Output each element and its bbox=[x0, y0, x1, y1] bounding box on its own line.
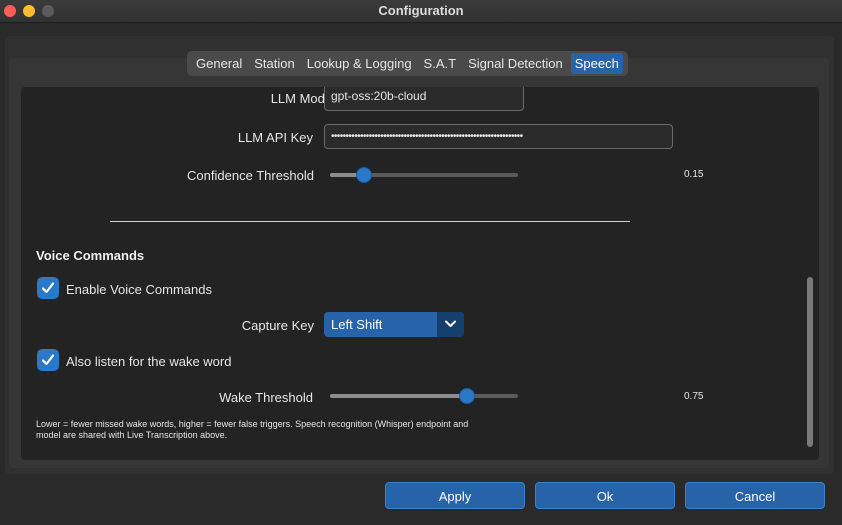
llm-api-key-field[interactable]: ••••••••••••••••••••••••••••••••••••••••… bbox=[324, 124, 673, 149]
cancel-button[interactable]: Cancel bbox=[685, 482, 825, 509]
checkmark-icon bbox=[41, 282, 55, 294]
chevron-down-icon bbox=[445, 320, 456, 327]
voice-commands-heading: Voice Commands bbox=[36, 248, 145, 263]
slider-knob[interactable] bbox=[355, 167, 372, 183]
enable-voice-commands-checkbox[interactable] bbox=[37, 277, 59, 299]
confidence-threshold-label: Confidence Threshold bbox=[187, 168, 314, 183]
title-bar: Configuration bbox=[0, 0, 842, 23]
capture-key-label: Capture Key bbox=[241, 318, 314, 333]
tab-lookup-logging[interactable]: Lookup & Logging bbox=[303, 53, 416, 74]
confidence-threshold-value: 0.15 bbox=[684, 169, 704, 180]
tab-bar: General Station Lookup & Logging S.A.T S… bbox=[187, 51, 628, 76]
settings-scroll-area: LLM Model gpt-oss:20b-cloud LLM API Key … bbox=[21, 87, 819, 460]
tab-sat[interactable]: S.A.T bbox=[420, 53, 461, 74]
confidence-threshold-slider[interactable] bbox=[330, 167, 518, 183]
wake-threshold-help-text: Lower = fewer missed wake words, higher … bbox=[36, 419, 469, 440]
llm-model-label: LLM Model bbox=[270, 91, 335, 106]
tab-station[interactable]: Station bbox=[250, 53, 298, 74]
checkmark-icon bbox=[41, 354, 55, 366]
capture-key-value: Left Shift bbox=[331, 317, 383, 332]
llm-api-key-label: LLM API Key bbox=[237, 130, 313, 145]
apply-button[interactable]: Apply bbox=[385, 482, 525, 509]
section-divider bbox=[110, 221, 630, 222]
tab-signal-detection[interactable]: Signal Detection bbox=[464, 53, 567, 74]
wake-word-label[interactable]: Also listen for the wake word bbox=[66, 354, 231, 369]
tab-speech[interactable]: Speech bbox=[570, 53, 623, 74]
wake-word-checkbox[interactable] bbox=[37, 349, 59, 371]
ok-button[interactable]: Ok bbox=[535, 482, 675, 509]
enable-voice-commands-label[interactable]: Enable Voice Commands bbox=[66, 282, 212, 297]
window-title: Configuration bbox=[378, 3, 464, 18]
llm-model-field[interactable]: gpt-oss:20b-cloud bbox=[324, 87, 524, 111]
vertical-scrollbar[interactable] bbox=[807, 277, 813, 447]
capture-key-dropdown-button[interactable] bbox=[437, 312, 464, 337]
wake-threshold-value: 0.75 bbox=[684, 391, 704, 402]
wake-threshold-slider[interactable] bbox=[330, 388, 518, 404]
slider-fill bbox=[330, 394, 467, 398]
wake-threshold-label: Wake Threshold bbox=[219, 390, 313, 405]
capture-key-select[interactable]: Left Shift bbox=[324, 312, 464, 337]
tab-general[interactable]: General bbox=[192, 53, 246, 74]
slider-knob[interactable] bbox=[459, 388, 475, 404]
